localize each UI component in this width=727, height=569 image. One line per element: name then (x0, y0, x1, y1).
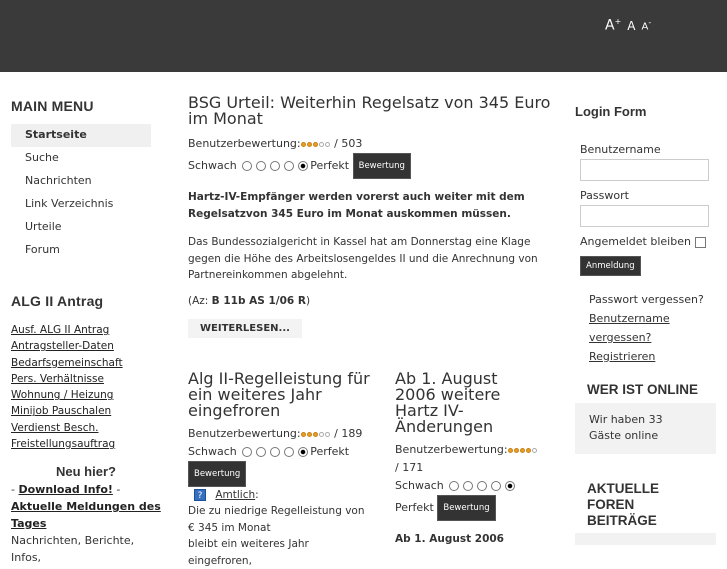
password-label: Passwort (580, 189, 629, 202)
alg-link[interactable]: Bedarfsgemeinschaft (11, 355, 123, 371)
vote-radio-4[interactable] (284, 161, 295, 171)
font-reset-button[interactable]: A (627, 19, 635, 33)
alg-link[interactable]: Wohnung / Heizung (11, 387, 123, 403)
left-sidebar: MAIN MENU Startseite Suche Nachrichten L… (11, 98, 161, 564)
rating-stars (507, 441, 538, 459)
username-input[interactable] (580, 159, 709, 181)
main-menu-title: MAIN MENU (11, 98, 94, 114)
rating-stars (300, 135, 331, 153)
amtlich-row: ? Amtlich: (188, 489, 373, 501)
vote-radio-2[interactable] (463, 481, 474, 491)
alg-link[interactable]: Minijob Pauschalen (11, 403, 123, 419)
vote-radio-1[interactable] (242, 447, 253, 457)
forgot-password-link[interactable]: Passwort vergessen? (589, 290, 715, 309)
alg-link[interactable]: Verdienst Besch. (11, 420, 123, 436)
register-link[interactable]: Registrieren (589, 347, 715, 366)
alg-antrag-title: ALG II Antrag (11, 293, 104, 309)
alg-link[interactable]: Freistellungsauftrag (11, 436, 123, 452)
vote-radio-1[interactable] (449, 481, 460, 491)
article-reference: (Az: B 11b AS 1/06 R) (188, 294, 311, 307)
who-is-online-module: WER IST ONLINE Wir haben 33 Gäste online (575, 375, 716, 454)
menu-item-forum[interactable]: Forum (11, 239, 151, 262)
main-menu: Startseite Suche Nachrichten Link Verzei… (11, 124, 151, 262)
font-size-controls: A+ A A- (605, 17, 651, 34)
login-title: Login Form (575, 104, 647, 119)
article-body: Das Bundessozialgericht in Kassel hat am… (188, 236, 538, 281)
article-title[interactable]: Alg II-Regelleistung für ein weiteres Ja… (188, 371, 373, 419)
top-header-bar: A+ A A- (0, 0, 727, 72)
amtlich-link[interactable]: Amtlich (215, 489, 255, 501)
menu-item-suche[interactable]: Suche (11, 147, 151, 170)
vote-radio-5[interactable] (298, 161, 309, 171)
main-content: BSG Urteil: Weiterhin Regelsatz von 345 … (188, 95, 558, 338)
neu-hier-module: Neu hier? - Download Info! - Aktuelle Me… (11, 464, 161, 564)
menu-item-startseite[interactable]: Startseite (11, 124, 151, 147)
who-is-online-text: Wir haben 33 Gäste online (589, 413, 663, 442)
menu-item-link-verzeichnis[interactable]: Link Verzeichnis (11, 193, 151, 216)
vote-radio-5[interactable] (298, 447, 309, 457)
vote-radio-4[interactable] (491, 481, 502, 491)
vote-row: Schwach Perfekt Bewertung (188, 443, 373, 487)
remember-row: Angemeldet bleiben (580, 235, 715, 248)
vote-radio-4[interactable] (284, 447, 295, 457)
login-links: Passwort vergessen? Benutzername vergess… (589, 290, 715, 366)
neu-hier-text: Nachrichten, Berichte, Infos, (11, 534, 135, 564)
rating-row: Benutzerbewertung: / 189 (188, 425, 373, 443)
right-sidebar: Login Form Benutzername Passwort Angemel… (575, 104, 715, 366)
aktuelle-meldungen-link[interactable]: Aktuelle Meldungen des Tages (11, 500, 161, 530)
vote-radio-2[interactable] (256, 161, 267, 171)
vote-radio-5[interactable] (505, 481, 516, 491)
vote-radio-1[interactable] (242, 161, 253, 171)
rating-row: Benutzerbewertung: / 503 (188, 135, 558, 153)
article-2: Alg II-Regelleistung für ein weiteres Ja… (188, 371, 373, 569)
login-button[interactable]: Anmeldung (580, 256, 641, 276)
rating-row: Benutzerbewertung: / 171 (395, 441, 540, 477)
remember-checkbox[interactable] (694, 236, 706, 248)
article-body-2: bleibt ein weiteres Jahr eingefroren, (188, 538, 309, 567)
neu-hier-title: Neu hier? (56, 464, 116, 479)
forgot-username-link[interactable]: Benutzername vergessen? (589, 309, 679, 347)
alg-link[interactable]: Pers. Verhältnisse (11, 371, 123, 387)
alg-link[interactable]: Antragsteller-Daten (11, 338, 123, 354)
menu-item-nachrichten[interactable]: Nachrichten (11, 170, 151, 193)
alg-antrag-links: Ausf. ALG II Antrag Antragsteller-Daten … (11, 322, 123, 452)
username-label: Benutzername (580, 143, 661, 156)
password-input[interactable] (580, 205, 709, 227)
vote-button[interactable]: Bewertung (437, 495, 496, 521)
vote-button[interactable]: Bewertung (188, 461, 247, 487)
article-body: Die zu niedrige Regelleistung von € 345 … (188, 505, 365, 534)
rating-stars (300, 425, 331, 443)
article-lead: Hartz-IV-Empfänger werden vorerst auch w… (188, 191, 525, 220)
info-icon: ? (194, 489, 206, 501)
menu-item-urteile[interactable]: Urteile (11, 216, 151, 239)
vote-row: Schwach Perfekt Bewertung (395, 477, 540, 521)
vote-row: Schwach Perfekt Bewertung (188, 153, 558, 179)
vote-radio-3[interactable] (270, 447, 281, 457)
font-smaller-button[interactable]: A- (642, 18, 652, 32)
forum-posts-module: AKTUELLE FOREN BEITRÄGE (575, 471, 716, 545)
vote-radio-2[interactable] (256, 447, 267, 457)
alg-link[interactable]: Ausf. ALG II Antrag (11, 322, 123, 338)
font-bigger-button[interactable]: A+ (605, 17, 621, 34)
who-is-online-title: WER IST ONLINE (575, 375, 716, 403)
read-more-button[interactable]: WEITERLESEN... (188, 319, 302, 338)
download-info-link[interactable]: Download Info! (18, 483, 112, 496)
forum-posts-title: AKTUELLE FOREN BEITRÄGE (575, 471, 716, 533)
article-title[interactable]: BSG Urteil: Weiterhin Regelsatz von 345 … (188, 95, 558, 127)
vote-radio-3[interactable] (477, 481, 488, 491)
vote-radio-3[interactable] (270, 161, 281, 171)
vote-button[interactable]: Bewertung (352, 153, 411, 179)
article-subtitle: Ab 1. August 2006 (395, 533, 504, 545)
article-3: Ab 1. August 2006 weitere Hartz IV-Änder… (395, 371, 540, 548)
article-title[interactable]: Ab 1. August 2006 weitere Hartz IV-Änder… (395, 371, 540, 435)
